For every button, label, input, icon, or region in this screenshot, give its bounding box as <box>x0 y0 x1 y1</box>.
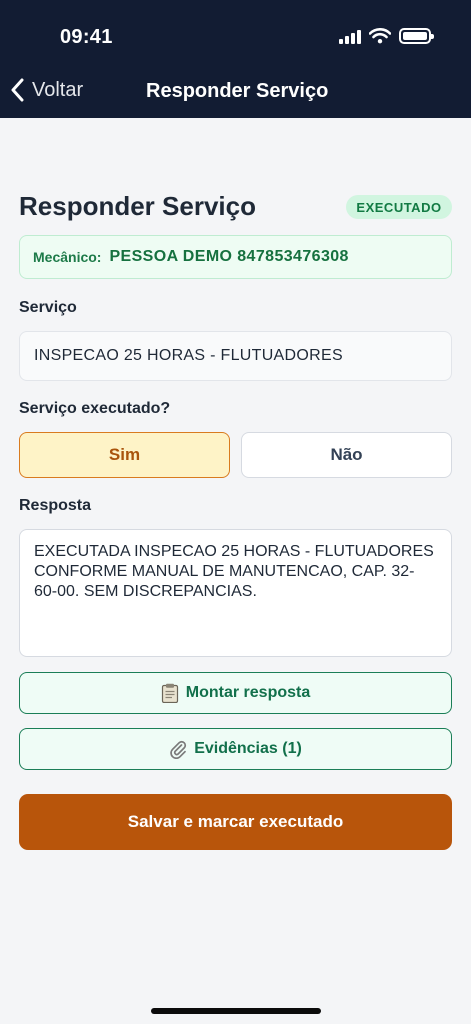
build-response-button[interactable]: Montar resposta <box>19 672 452 714</box>
back-label: Voltar <box>32 78 84 101</box>
back-button[interactable]: Voltar <box>10 78 83 102</box>
clipboard-icon <box>161 683 178 703</box>
executed-label: Serviço executado? <box>19 400 171 417</box>
evidence-label: Evidências (1) <box>194 740 302 757</box>
build-response-label: Montar resposta <box>185 684 311 701</box>
evidence-button[interactable]: Evidências (1) <box>19 728 452 770</box>
status-badge: EXECUTADO <box>346 195 452 219</box>
page-title: Responder Serviço <box>19 191 256 221</box>
no-option-button[interactable]: Não <box>241 432 452 478</box>
chevron-left-icon <box>11 78 24 102</box>
status-time: 09:41 <box>60 26 113 48</box>
wifi-icon <box>369 28 391 44</box>
mechanic-name: PESSOA DEMO 847853476308 <box>109 248 349 265</box>
save-executed-button[interactable]: Salvar e marcar executado <box>19 794 452 850</box>
mechanic-info: Mecânico: PESSOA DEMO 847853476308 <box>19 235 452 279</box>
home-indicator <box>151 1008 321 1014</box>
yes-option-button[interactable]: Sim <box>19 432 230 478</box>
top-bar: 09:41 Voltar Responder Serviço <box>0 0 471 118</box>
service-field: INSPECAO 25 HORAS - FLUTUADORES <box>19 331 452 381</box>
response-textarea[interactable]: EXECUTADA INSPECAO 25 HORAS - FLUTUADORE… <box>19 529 452 657</box>
cellular-signal-icon <box>339 28 361 44</box>
paperclip-icon <box>170 740 187 759</box>
nav-title: Responder Serviço <box>146 80 329 102</box>
mechanic-label: Mecânico: <box>33 249 102 265</box>
status-icons <box>339 28 434 44</box>
battery-icon <box>399 28 434 44</box>
service-label: Serviço <box>19 299 77 316</box>
response-label: Resposta <box>19 497 92 514</box>
